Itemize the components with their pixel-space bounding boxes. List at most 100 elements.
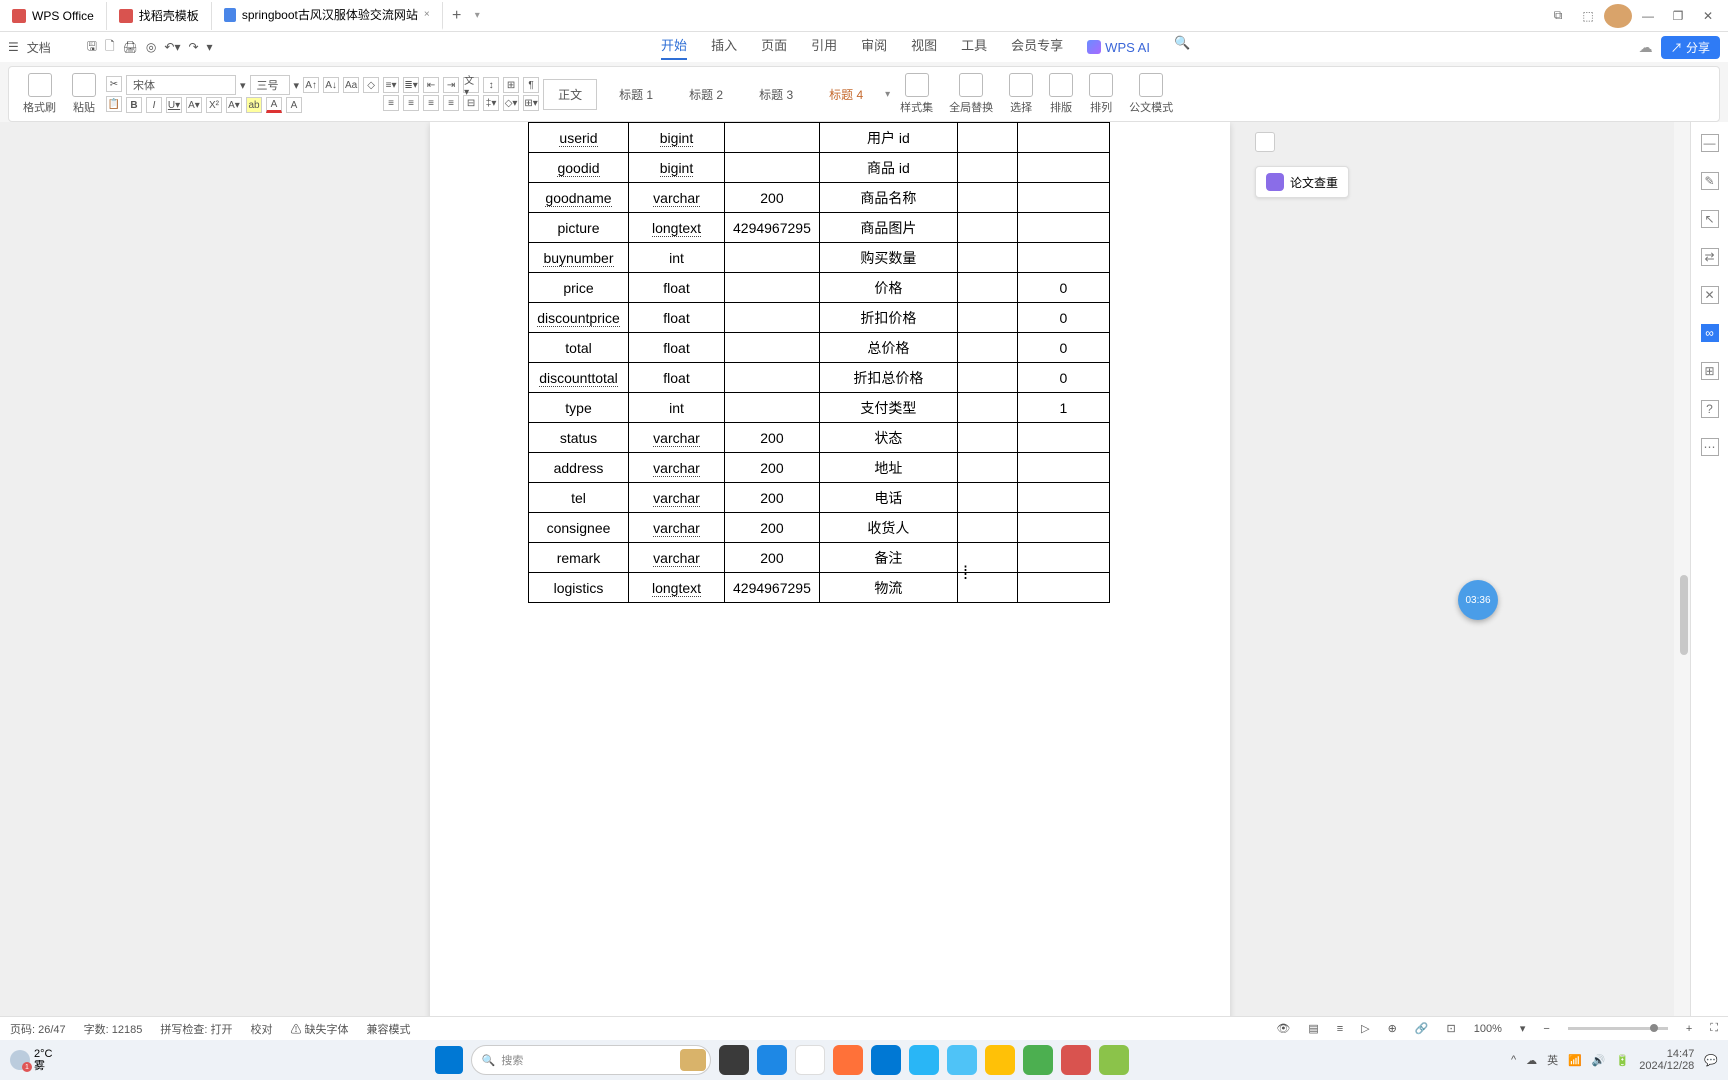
print-icon[interactable]: 🖨 [123,40,138,54]
table-cell[interactable]: 4294967295 [725,213,820,243]
tray-wifi-icon[interactable]: 📶 [1568,1054,1582,1067]
table-cell[interactable]: varchar [629,183,725,213]
table-cell[interactable]: 200 [725,483,820,513]
view-eye-icon[interactable]: 👁 [1276,1022,1290,1035]
tray-volume-icon[interactable]: 🔊 [1592,1054,1606,1067]
table-cell[interactable] [957,213,1017,243]
cloud-icon[interactable]: ☁ [1639,39,1653,56]
table-cell[interactable]: picture [529,213,629,243]
close-icon[interactable]: × [424,9,430,20]
table-cell[interactable]: buynumber [529,243,629,273]
table-cell[interactable]: 收货人 [819,513,957,543]
show-marks-icon[interactable]: ¶ [523,77,539,93]
table-cell[interactable]: logistics [529,573,629,603]
table-cell[interactable]: 商品 id [819,153,957,183]
table-cell[interactable]: total [529,333,629,363]
app-icon-1[interactable] [947,1045,977,1075]
status-missing-font[interactable]: ⚠ 缺失字体 [290,1021,348,1037]
wps-ai-button[interactable]: WPS AI [1087,35,1150,60]
hamburger-icon[interactable]: ☰ [8,40,19,54]
style-normal[interactable]: 正文 [543,79,597,110]
search-icon[interactable]: 🔍 [1174,35,1190,60]
align-right-icon[interactable]: ≡ [423,95,439,111]
table-row[interactable]: buynumberint购买数量 [529,243,1110,273]
distribute-icon[interactable]: ⊟ [463,95,479,111]
table-cell[interactable] [1017,243,1109,273]
tab-review[interactable]: 审阅 [861,35,887,60]
number-list-icon[interactable]: ≣▾ [403,77,419,93]
tab-start[interactable]: 开始 [661,35,687,60]
status-words[interactable]: 字数: 12185 [84,1021,143,1037]
table-cell[interactable] [957,423,1017,453]
ie-icon[interactable] [871,1045,901,1075]
table-cell[interactable] [725,363,820,393]
table-cell[interactable] [725,273,820,303]
wps-taskbar-icon[interactable] [1061,1045,1091,1075]
zoom-slider[interactable] [1568,1027,1668,1030]
cube-icon[interactable]: ⬚ [1574,4,1602,28]
zoom-value[interactable]: 100% [1474,1023,1502,1035]
table-row[interactable]: discounttotalfloat折扣总价格0 [529,363,1110,393]
table-cell[interactable]: 200 [725,543,820,573]
table-cell[interactable] [957,243,1017,273]
table-cell[interactable] [1017,483,1109,513]
table-cell[interactable]: 0 [1017,273,1109,303]
superscript-icon[interactable]: X² [206,97,222,113]
table-cell[interactable] [725,153,820,183]
table-cell[interactable]: 总价格 [819,333,957,363]
explorer-icon[interactable] [985,1045,1015,1075]
table-cell[interactable]: int [629,393,725,423]
dec-indent-icon[interactable]: ⇤ [423,77,439,93]
table-cell[interactable]: 200 [725,183,820,213]
table-cell[interactable] [1017,123,1109,153]
start-button[interactable] [435,1046,463,1074]
size-dropdown-icon[interactable]: ▾ [294,79,300,92]
taskbar-search[interactable]: 🔍 搜索 [471,1045,711,1075]
table-cell[interactable]: float [629,273,725,303]
table-cell[interactable] [957,513,1017,543]
table-cell[interactable]: bigint [629,153,725,183]
table-cell[interactable] [725,393,820,423]
table-cell[interactable]: 备注 [819,543,957,573]
table-cell[interactable]: status [529,423,629,453]
align-center-icon[interactable]: ≡ [403,95,419,111]
rail-help-icon[interactable]: ? [1701,400,1719,418]
copy-icon[interactable]: 📋 [106,96,122,112]
italic-icon[interactable]: I [146,97,162,113]
table-cell[interactable] [957,333,1017,363]
tab-app[interactable]: WPS Office [0,2,107,30]
strike-icon[interactable]: A▾ [186,97,202,113]
table-cell[interactable]: 用户 id [819,123,957,153]
rail-pencil-icon[interactable]: ✎ [1701,172,1719,190]
font-select[interactable]: 宋体 [126,75,236,95]
weather-widget[interactable]: 1 2°C 雾 [10,1048,52,1072]
rail-more-icon[interactable]: ⋯ [1701,438,1719,456]
table-cell[interactable]: int [629,243,725,273]
preview-icon[interactable]: ◎ [146,40,156,54]
cut-icon[interactable]: ✂ [106,76,122,92]
table-row[interactable]: goodnamevarchar200商品名称 [529,183,1110,213]
rail-tools-icon[interactable]: ✕ [1701,286,1719,304]
table-cell[interactable]: 折扣价格 [819,303,957,333]
table-cell[interactable]: longtext [629,213,725,243]
table-row[interactable]: logisticslongtext4294967295物流 [529,573,1110,603]
table-cell[interactable]: 200 [725,453,820,483]
layout-icon[interactable]: ⧉ [1544,4,1572,28]
table-cell[interactable]: bigint [629,123,725,153]
table-cell[interactable] [957,303,1017,333]
table-cell[interactable]: float [629,303,725,333]
table-cell[interactable]: 商品图片 [819,213,957,243]
table-cell[interactable]: 0 [1017,363,1109,393]
timer-bubble[interactable]: 03:36 [1458,580,1498,620]
status-spell[interactable]: 拼写检查: 打开 [160,1021,232,1037]
table-row[interactable]: picturelongtext4294967295商品图片 [529,213,1110,243]
restore-icon[interactable]: ❐ [1664,4,1692,28]
font-dropdown-icon[interactable]: ▾ [240,79,246,92]
save-icon[interactable]: 🖫 [87,37,97,58]
table-row[interactable]: totalfloat总价格0 [529,333,1110,363]
fullscreen-icon[interactable]: ⛶ [1710,1022,1718,1035]
tab-view[interactable]: 视图 [911,35,937,60]
avatar[interactable] [1604,4,1632,28]
rail-minus-icon[interactable]: — [1701,134,1719,152]
text-direction-icon[interactable]: 文▾ [463,77,479,93]
